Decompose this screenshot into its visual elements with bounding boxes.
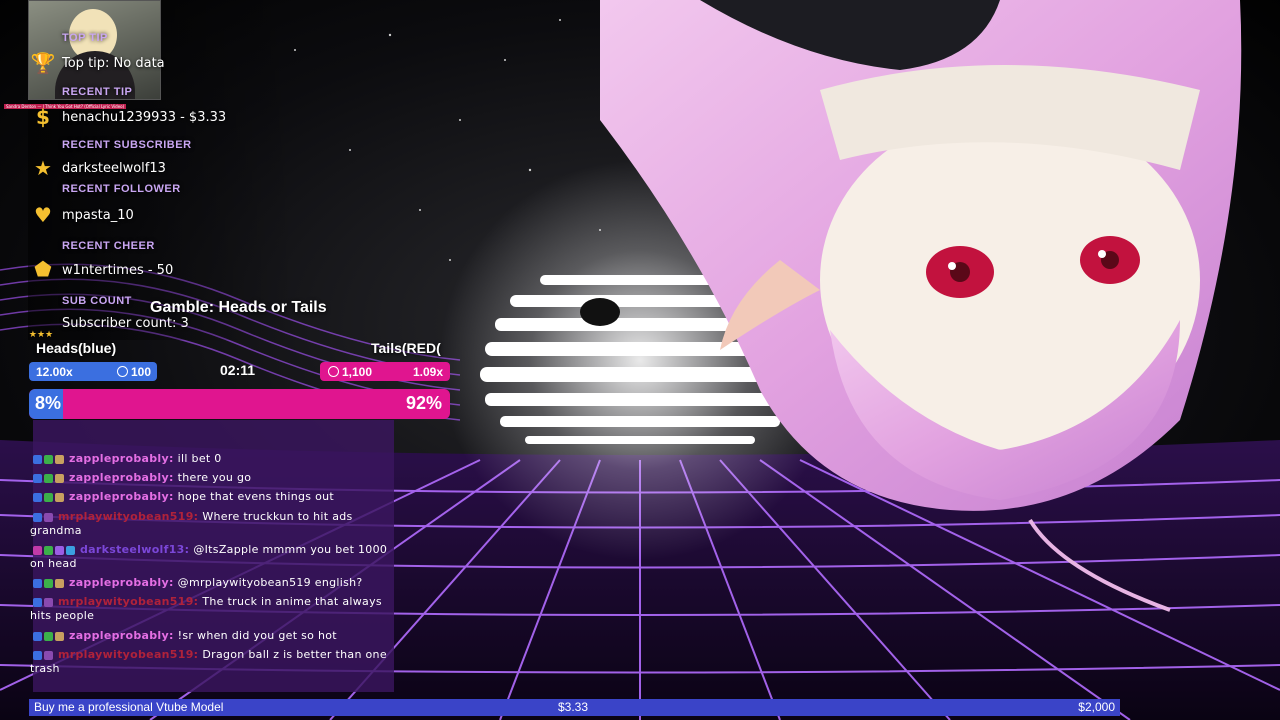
chat-badges (33, 648, 55, 662)
badge-icon (44, 512, 53, 522)
star-icon: ★ (34, 156, 52, 180)
goal-current: $3.33 (558, 700, 589, 714)
left-points: 100 (130, 364, 151, 379)
gamble-timer: 02:11 (220, 362, 256, 378)
goal-target: $2,000 (1078, 700, 1115, 714)
donation-goal-bar: Buy me a professional Vtube Model $3.33 … (29, 699, 1120, 716)
chat-message: mrplaywityobean519: Where truckkun to hit… (30, 510, 390, 538)
chat-text: hope that evens things out (177, 490, 335, 503)
chat-message: zappleprobably: !sr when did you get so h… (30, 629, 390, 643)
badge-icon (33, 545, 42, 555)
left-multiplier: 12.00x (36, 364, 73, 379)
badge-icon (33, 578, 42, 588)
top-tip-value: Top tip: No data (62, 56, 165, 71)
badge-icon (55, 492, 64, 502)
chat-message: zappleprobably: there you go (30, 471, 390, 485)
song-caption: Sandra Denton — I Think You Got Hot? (Of… (4, 104, 127, 109)
badge-icon (44, 631, 53, 641)
dollar-icon: $ (36, 105, 50, 129)
chat-badges (33, 490, 66, 504)
points-icon (116, 366, 128, 377)
badge-icon (55, 454, 64, 464)
badge-icon (44, 597, 53, 607)
badge-icon (44, 454, 53, 464)
recent-subscriber-label: RECENT SUBSCRIBER (62, 139, 192, 151)
badge-icon (55, 545, 64, 555)
chat-panel: zappleprobably: ill bet 0 zappleprobably: t… (30, 420, 394, 692)
chat-badges (33, 471, 66, 485)
chat-username[interactable]: zappleprobably: (69, 576, 174, 589)
team-left-stats: 12.00x 100 (29, 362, 157, 381)
badge-icon (44, 545, 53, 555)
chat-message: darksteelwolf13: @ItsZapple mmmm you bet … (30, 543, 390, 571)
badge-icon (33, 512, 42, 522)
top-tip-label: TOP TIP (62, 32, 108, 44)
badge-icon (33, 650, 42, 660)
sub-count-value: Subscriber count: 3 (62, 316, 189, 331)
recent-tip-value: henachu1239933 - $3.33 (62, 110, 227, 125)
chat-username[interactable]: darksteelwolf13: (80, 543, 189, 556)
badge-icon (44, 473, 53, 483)
chat-badges (33, 510, 55, 524)
chat-username[interactable]: zappleprobably: (69, 471, 174, 484)
recent-tip-label: RECENT TIP (62, 86, 133, 98)
chat-message: mrplaywityobean519: Dragon ball z is bett… (30, 648, 390, 676)
team-right-stats: 1,100 1.09x (320, 362, 450, 381)
recent-cheer-label: RECENT CHEER (62, 240, 155, 252)
badge-icon (33, 631, 42, 641)
badge-icon (55, 631, 64, 641)
points-icon (328, 366, 339, 377)
trophy-icon: 🏆 (30, 51, 56, 75)
chat-message: zappleprobably: ill bet 0 (30, 452, 390, 466)
right-percent: 92% (405, 393, 442, 413)
badge-icon (44, 578, 53, 588)
badge-icon (33, 597, 42, 607)
chat-message: zappleprobably: hope that evens things ou… (30, 490, 390, 504)
chat-username[interactable]: zappleprobably: (69, 629, 174, 642)
chat-badges (33, 629, 66, 643)
chat-text: there you go (177, 471, 252, 484)
badge-icon (33, 454, 42, 464)
recent-subscriber-value: darksteelwolf13 (62, 161, 166, 176)
chat-badges (33, 452, 66, 466)
recent-cheer-value: w1ntertimes - 50 (62, 263, 174, 278)
chat-badges (33, 543, 77, 557)
team-left-name: Heads(blue) (36, 340, 117, 356)
chat-username[interactable]: mrplaywityobean519: (58, 648, 198, 661)
badge-icon (55, 578, 64, 588)
chat-message: zappleprobably: @mrplaywityobean519 engli… (30, 576, 390, 590)
heart-icon: ♥ (34, 203, 52, 227)
left-percent: 8% (35, 393, 62, 413)
chat-badges (33, 595, 55, 609)
recent-follower-label: RECENT FOLLOWER (62, 183, 181, 195)
badge-icon (33, 473, 42, 483)
chat-badges (33, 576, 66, 590)
chat-username[interactable]: mrplaywityobean519: (58, 510, 198, 523)
badge-icon (44, 492, 53, 502)
chat-text: @mrplaywityobean519 english? (177, 576, 363, 589)
chat-username[interactable]: mrplaywityobean519: (58, 595, 198, 608)
badge-icon (66, 545, 75, 555)
right-multiplier: 1.09x (412, 364, 443, 379)
badge-icon (33, 492, 42, 502)
badge-icon (55, 473, 64, 483)
chat-text: ill bet 0 (177, 452, 222, 465)
goal-label: Buy me a professional Vtube Model (34, 700, 224, 714)
chat-text: !sr when did you get so hot (177, 629, 337, 642)
chat-message: mrplaywityobean519: The truck in anime th… (30, 595, 390, 623)
gem-icon: ⬟ (34, 257, 52, 281)
badge-icon (44, 650, 53, 660)
sub-count-label: SUB COUNT (62, 295, 132, 307)
song-thumbnail[interactable] (28, 0, 161, 100)
chat-username[interactable]: zappleprobably: (69, 490, 174, 503)
team-right-name: Tails(RED( (371, 340, 441, 356)
recent-follower-value: mpasta_10 (62, 208, 134, 223)
gamble-title: Gamble: Heads or Tails (150, 299, 327, 316)
right-points: 1,100 (342, 364, 373, 379)
gamble-ratio-bar: 8% 92% (29, 389, 450, 419)
chat-username[interactable]: zappleprobably: (69, 452, 174, 465)
